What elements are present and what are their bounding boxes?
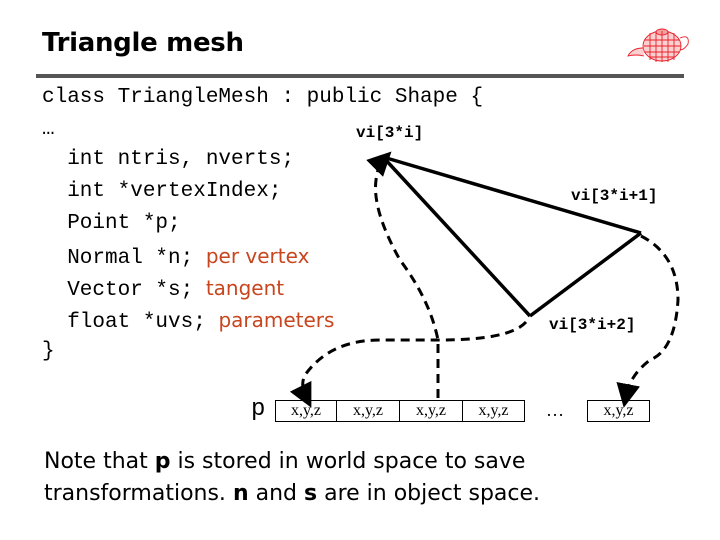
note-line-1: Note that p is stored in world space to … [44,446,540,478]
note-fragment: transformations. [44,481,233,506]
array-cell: x,y,z [400,400,463,422]
index-arrow-v0 [366,151,440,398]
note-fragment: Note that [44,449,155,474]
note-emphasis-n: n [232,481,249,506]
vertex-label-0: vi[3*i] [356,124,424,142]
array-name: p [251,396,266,423]
triangle-edge [381,155,532,318]
array-ellipsis: … [546,400,564,420]
vertex-label-2: vi[3*i+2] [549,316,636,334]
point-array-tail: x,y,z [587,400,650,422]
note-fragment: is stored in world space to save [170,449,526,474]
note-text: Note that p is stored in world space to … [44,446,540,510]
note-emphasis-p: p [154,449,171,474]
index-arrow-v2 [289,320,528,408]
array-cell: x,y,z [587,400,650,422]
note-emphasis-s: s [304,481,318,506]
array-cell: x,y,z [275,400,337,422]
point-array: x,y,z x,y,z x,y,z x,y,z [275,400,525,422]
note-line-2: transformations. n and s are in object s… [44,478,540,510]
vertex-label-1: vi[3*i+1] [571,187,658,205]
array-cell: x,y,z [463,400,525,422]
note-fragment: and [248,481,304,506]
triangle-edge [528,231,643,318]
array-cell: x,y,z [337,400,400,422]
note-fragment: are in object space. [317,481,541,506]
